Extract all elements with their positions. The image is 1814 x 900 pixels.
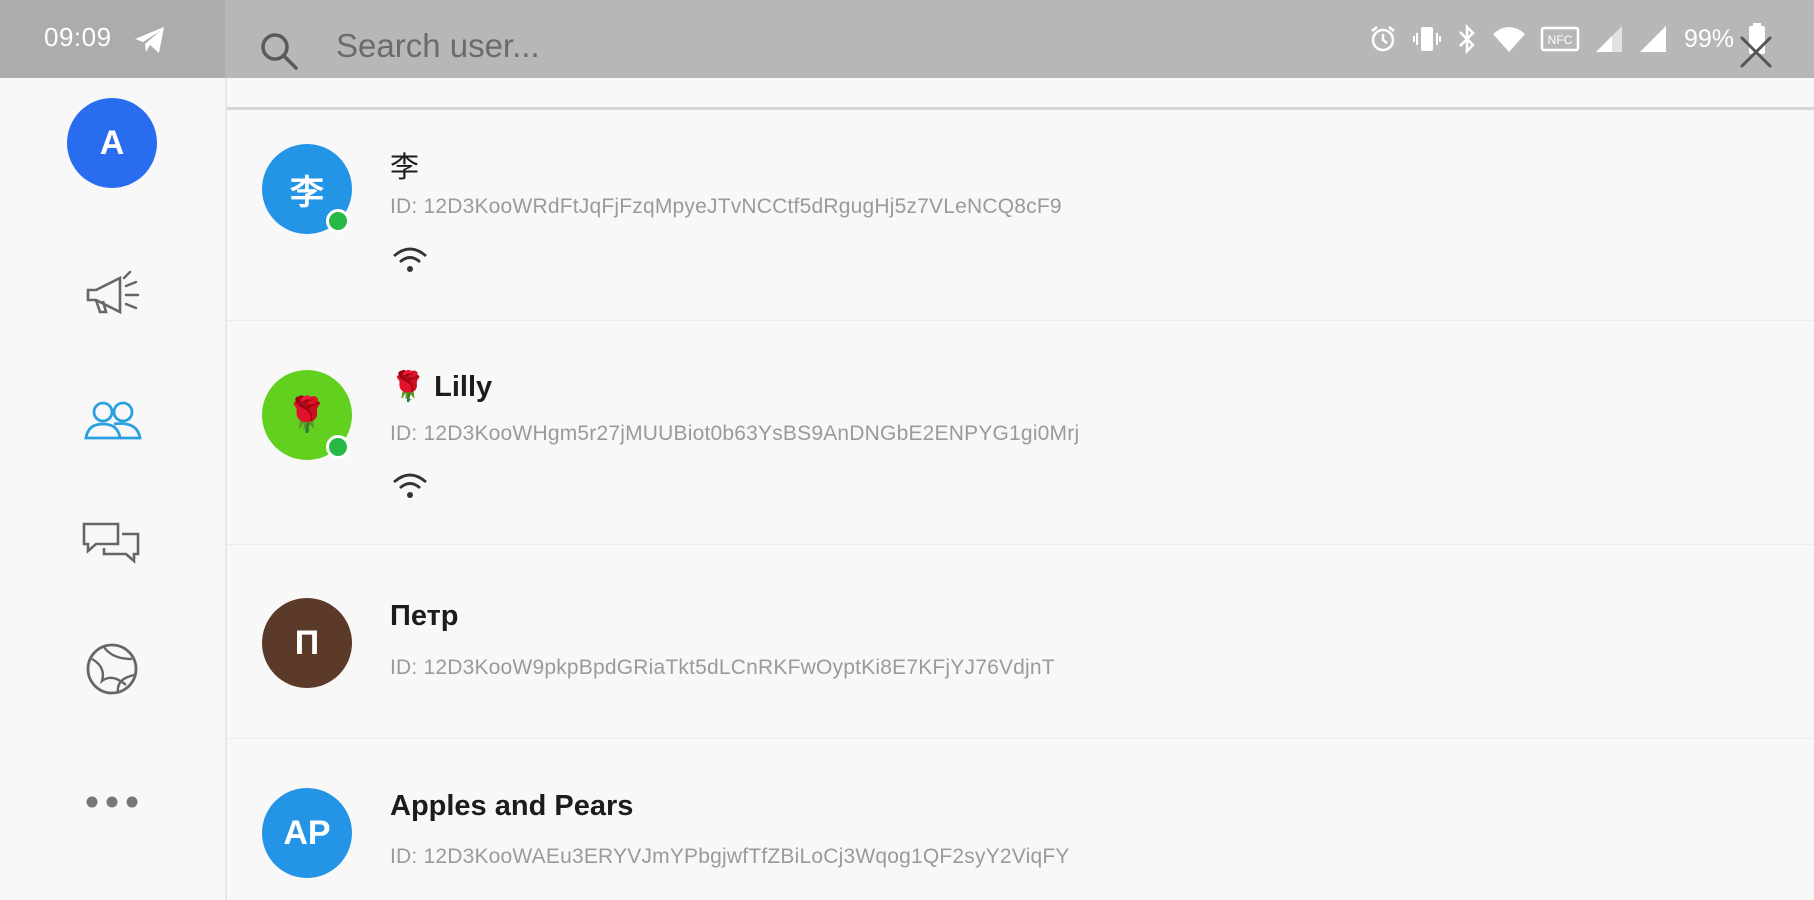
wifi-icon bbox=[390, 244, 430, 276]
status-clock: 09:09 bbox=[44, 22, 112, 52]
online-status-badge bbox=[326, 209, 350, 233]
user-name: Apples and Pears bbox=[390, 790, 634, 822]
search-input[interactable] bbox=[322, 18, 1250, 74]
avatar: AP bbox=[262, 788, 352, 878]
user-list: 李 李 ID: 12D3KooWRdFtJqFjFzqMpyeJTvNCCtf5… bbox=[227, 110, 1814, 900]
sidebar: A bbox=[0, 78, 227, 900]
signal-icon bbox=[1638, 24, 1668, 54]
globe-icon[interactable] bbox=[74, 631, 150, 707]
avatar: П bbox=[262, 598, 352, 688]
chat-icon[interactable] bbox=[74, 504, 150, 580]
status-icons: NFC 99% bbox=[1368, 22, 1766, 56]
user-name: Петр bbox=[390, 600, 459, 632]
telegram-icon bbox=[134, 26, 166, 54]
user-id: ID: 12D3KooWHgm5r27jMUUBiot0b63YsBS9AnDN… bbox=[390, 422, 1080, 445]
bluetooth-icon bbox=[1456, 24, 1478, 54]
user-name: 🌹 Lilly bbox=[390, 371, 493, 403]
wifi-icon bbox=[390, 470, 430, 502]
vibrate-icon bbox=[1412, 24, 1442, 54]
users-icon[interactable] bbox=[74, 382, 150, 458]
user-id: ID: 12D3KooW9pkpBpdGRiaTkt5dLCnRKFwOyptK… bbox=[390, 656, 1055, 679]
user-name: 李 bbox=[390, 152, 420, 184]
list-item[interactable]: 李 李 ID: 12D3KooWRdFtJqFjFzqMpyeJTvNCCtf5… bbox=[227, 110, 1814, 321]
search-icon[interactable] bbox=[258, 30, 300, 72]
user-id: ID: 12D3KooWRdFtJqFjFzqMpyeJTvNCCtf5dRgu… bbox=[390, 195, 1062, 218]
battery-percent: 99% bbox=[1684, 24, 1735, 53]
close-icon[interactable] bbox=[1738, 34, 1774, 70]
svg-text:NFC: NFC bbox=[1548, 33, 1573, 47]
online-status-badge bbox=[326, 435, 350, 459]
megaphone-icon[interactable] bbox=[74, 256, 150, 332]
nfc-icon: NFC bbox=[1540, 24, 1580, 54]
alarm-icon bbox=[1368, 24, 1398, 54]
user-id: ID: 12D3KooWAEu3ERYVJmYPbgjwfTfZBiLoCj3W… bbox=[390, 845, 1070, 868]
wifi-status-icon bbox=[1492, 24, 1526, 54]
profile-avatar[interactable]: A bbox=[67, 98, 157, 188]
signal-icon bbox=[1594, 24, 1624, 54]
list-item[interactable]: П Петр ID: 12D3KooW9pkpBpdGRiaTkt5dLCnRK… bbox=[227, 544, 1814, 739]
status-bar-left: 09:09 bbox=[0, 0, 225, 78]
top-bar: 09:09 NFC 99% bbox=[0, 0, 1814, 78]
list-item[interactable]: AP Apples and Pears ID: 12D3KooWAEu3ERYV… bbox=[227, 738, 1814, 900]
list-item[interactable]: 🌹 🌹 Lilly ID: 12D3KooWHgm5r27jMUUBiot0b6… bbox=[227, 320, 1814, 545]
more-icon[interactable] bbox=[74, 764, 150, 840]
